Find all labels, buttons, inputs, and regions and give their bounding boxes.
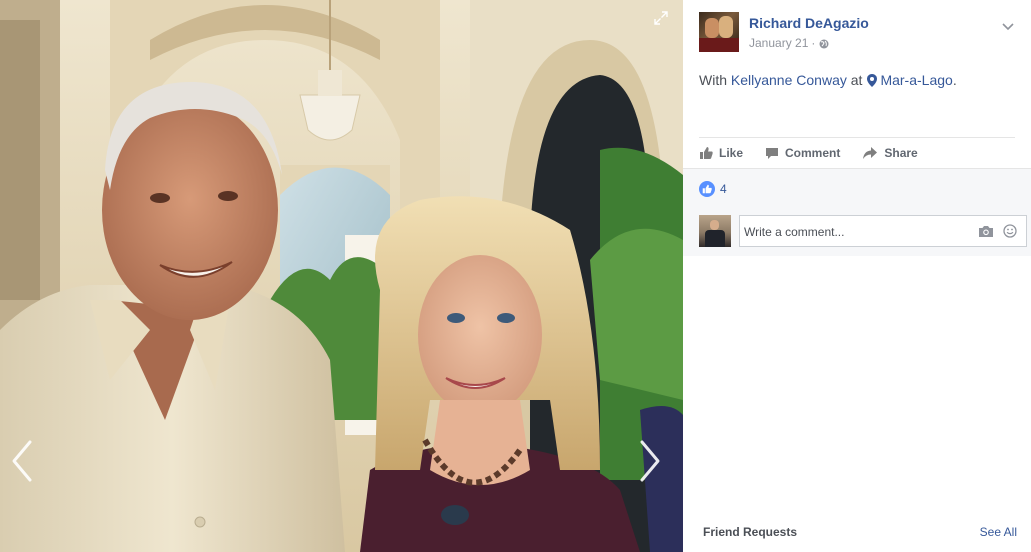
reactions-summary[interactable]: 4 <box>699 181 727 197</box>
feedback-section: 4 Write a comment... <box>683 168 1031 256</box>
share-arrow-icon <box>863 147 878 159</box>
expand-icon[interactable] <box>653 10 669 26</box>
comment-button-label: Comment <box>785 146 841 160</box>
viewer-avatar <box>699 215 731 247</box>
friend-requests-heading: Friend Requests <box>703 525 798 539</box>
comment-bubble-icon <box>766 148 779 159</box>
previous-photo-arrow-icon[interactable] <box>8 438 36 484</box>
post-date-link[interactable]: January 21 <box>749 36 808 50</box>
comment-placeholder: Write a comment... <box>744 225 845 239</box>
post-side-panel: Richard DeAgazio January 21 · With Kelly… <box>683 0 1031 552</box>
post-header: Richard DeAgazio January 21 · <box>699 12 1019 54</box>
author-name-link[interactable]: Richard DeAgazio <box>749 15 869 31</box>
post-actions: Like Comment Share <box>699 144 940 162</box>
like-reaction-icon <box>699 181 715 197</box>
post-photo <box>0 0 683 552</box>
post-options-chevron-down-icon[interactable] <box>1001 18 1015 31</box>
caption-end-punctuation: . <box>952 72 957 88</box>
caption-with-text: With <box>699 72 727 88</box>
like-count: 4 <box>720 182 727 196</box>
comment-input[interactable]: Write a comment... <box>739 215 1027 247</box>
share-button[interactable]: Share <box>862 146 918 160</box>
share-button-label: Share <box>884 146 918 160</box>
divider <box>699 137 1015 138</box>
comment-composer: Write a comment... <box>699 215 1027 247</box>
thumbs-up-icon <box>700 147 713 159</box>
photo-viewer <box>0 0 683 552</box>
post-meta: January 21 · <box>749 36 829 50</box>
comment-button[interactable]: Comment <box>765 146 840 160</box>
like-button[interactable]: Like <box>699 146 743 160</box>
camera-icon[interactable] <box>978 225 994 238</box>
next-photo-arrow-icon[interactable] <box>636 438 664 484</box>
author-avatar[interactable] <box>699 12 739 52</box>
location-link[interactable]: Mar-a-Lago <box>880 72 952 88</box>
see-all-link[interactable]: See All <box>980 525 1017 539</box>
like-button-label: Like <box>719 146 744 160</box>
caption-at-text: at <box>850 72 863 88</box>
post-caption: With Kellyanne Conway at Mar-a-Lago . <box>699 72 957 88</box>
emoji-smiley-icon[interactable] <box>1003 224 1017 238</box>
tagged-person-link[interactable]: Kellyanne Conway <box>731 72 847 88</box>
meta-separator: · <box>811 36 816 50</box>
globe-icon[interactable] <box>819 38 829 49</box>
location-pin-icon <box>867 73 878 87</box>
